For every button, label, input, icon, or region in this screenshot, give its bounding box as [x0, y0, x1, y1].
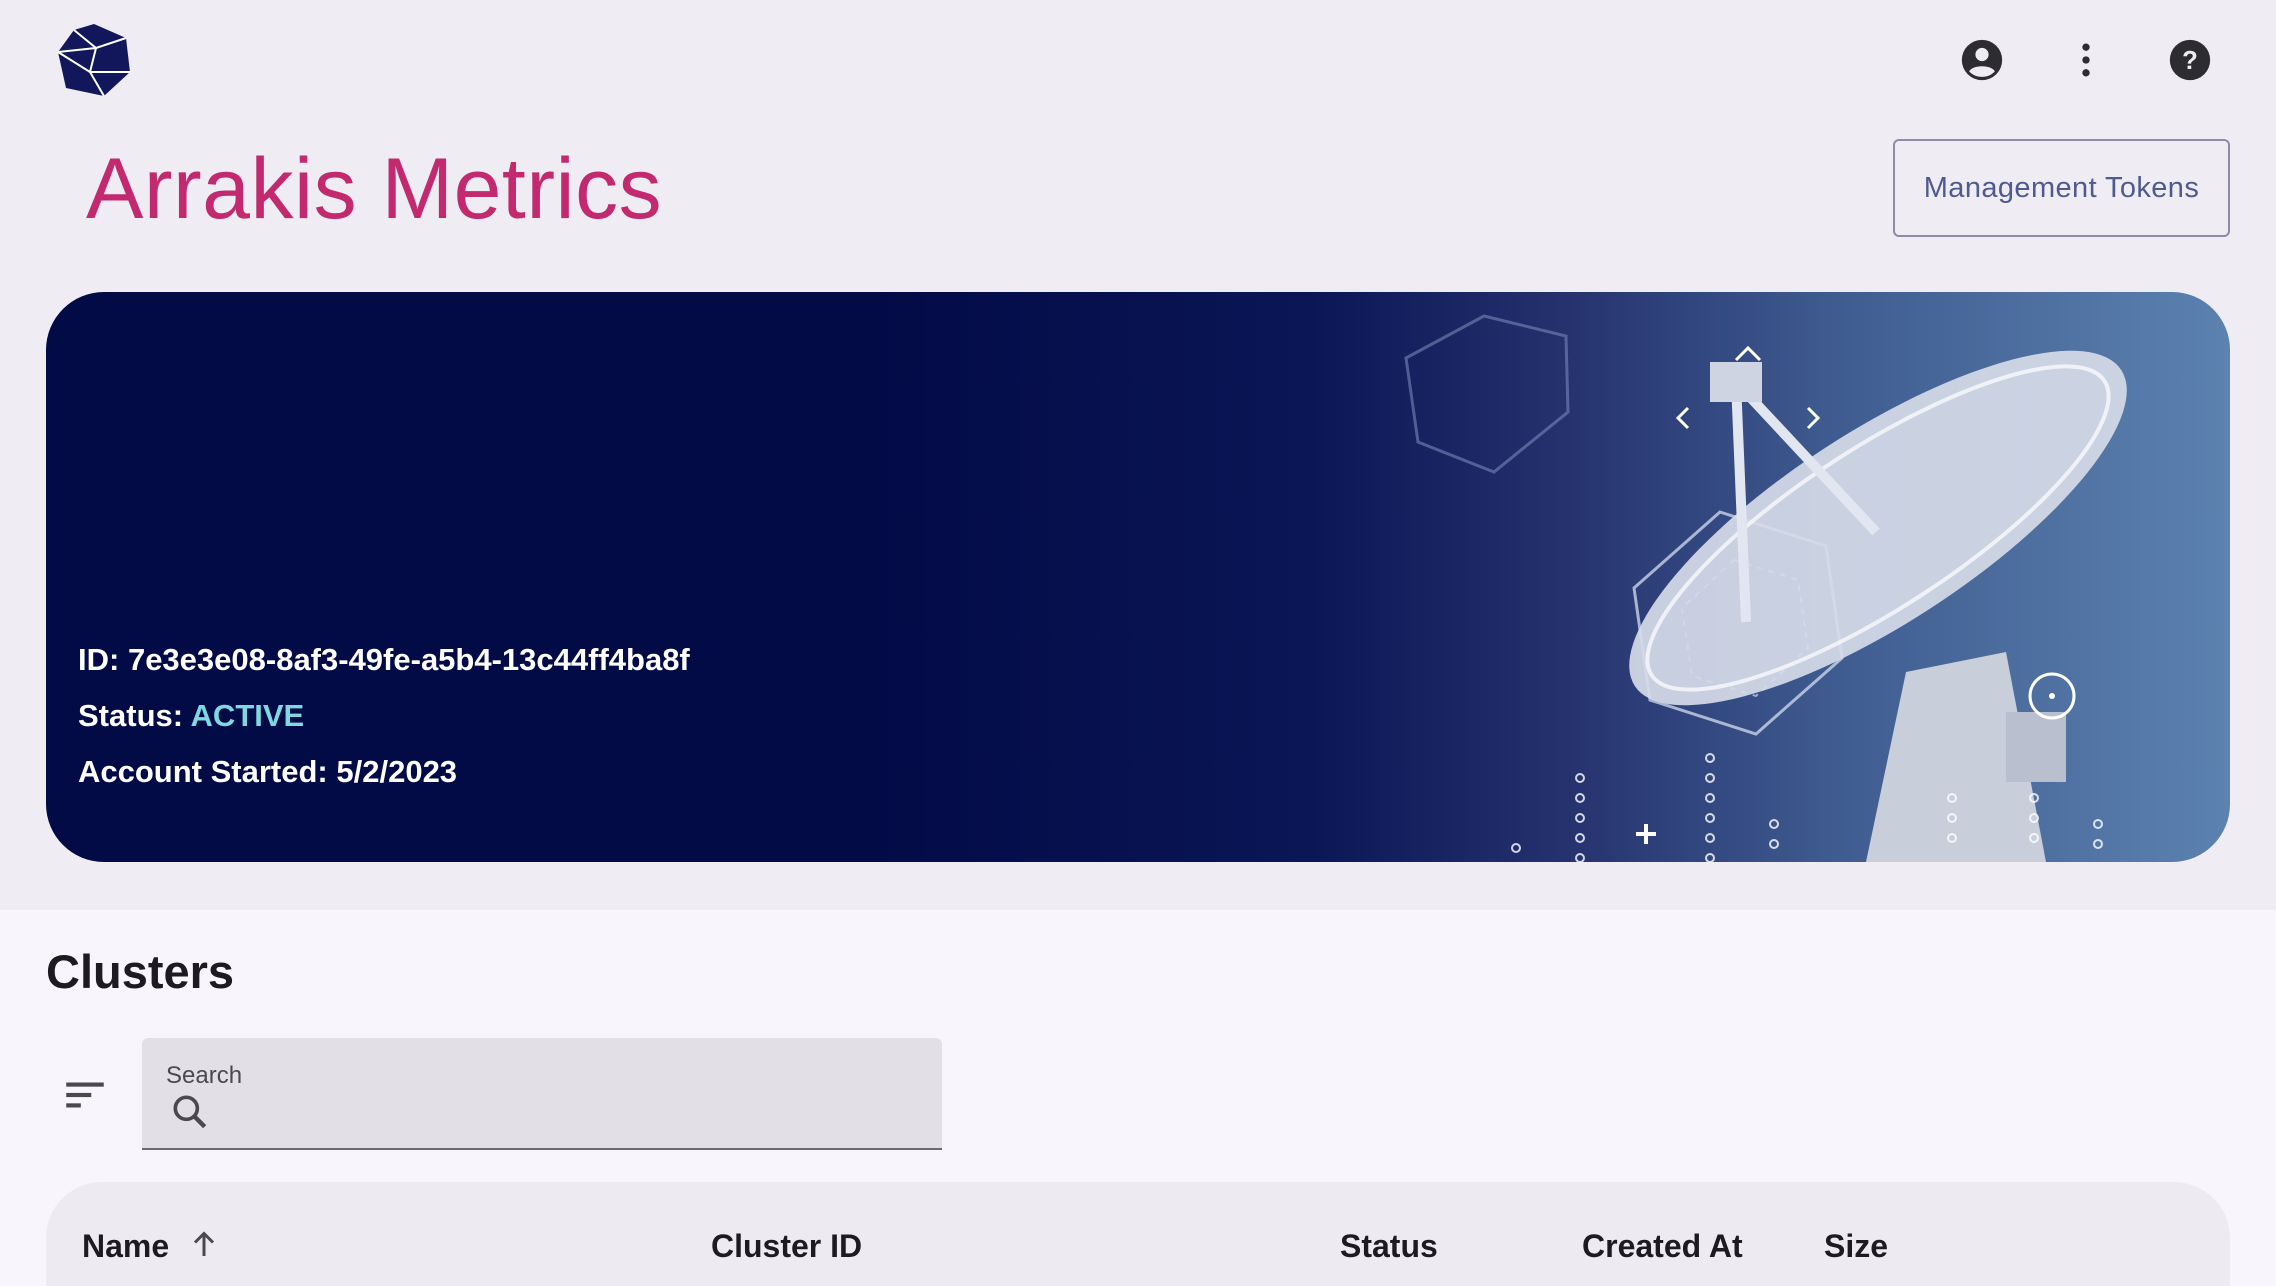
page-title: Arrakis Metrics: [86, 141, 663, 237]
help-icon[interactable]: ?: [2164, 34, 2216, 86]
search-label: Search: [166, 1062, 243, 1089]
account-circle-icon[interactable]: [1956, 34, 2008, 86]
management-tokens-button[interactable]: Management Tokens: [1893, 139, 2230, 237]
account-status-value: ACTIVE: [190, 698, 305, 733]
account-started-row: Account Started: 5/2/2023: [78, 744, 690, 800]
column-header-name[interactable]: Name: [82, 1228, 169, 1265]
account-id-label: ID:: [78, 642, 120, 677]
search-input[interactable]: [222, 1092, 912, 1136]
column-header-status[interactable]: Status: [1340, 1228, 1438, 1265]
account-started-label: Account Started:: [78, 754, 328, 789]
column-header-size[interactable]: Size: [1824, 1228, 1888, 1265]
svg-text:?: ?: [2182, 47, 2198, 75]
filter-list-icon[interactable]: [60, 1070, 110, 1120]
column-header-cluster-id[interactable]: Cluster ID: [711, 1228, 862, 1265]
search-icon: [168, 1090, 212, 1134]
account-id-value: 7e3e3e08-8af3-49fe-a5b4-13c44ff4ba8f: [127, 642, 690, 677]
top-app-bar: ?: [0, 0, 2276, 120]
account-started-value: 5/2/2023: [336, 754, 458, 789]
clusters-section: Clusters Search Name Cluster ID Status C…: [0, 910, 2276, 1286]
clusters-table-header: Name Cluster ID Status Created At Size: [46, 1182, 2230, 1286]
account-info: ID: 7e3e3e08-8af3-49fe-a5b4-13c44ff4ba8f…: [78, 632, 690, 800]
account-banner: ID: 7e3e3e08-8af3-49fe-a5b4-13c44ff4ba8f…: [46, 292, 2230, 862]
account-status-label: Status:: [78, 698, 184, 733]
more-vert-icon[interactable]: [2060, 34, 2112, 86]
arrow-upward-icon[interactable]: [186, 1226, 222, 1262]
account-id-row: ID: 7e3e3e08-8af3-49fe-a5b4-13c44ff4ba8f: [78, 632, 690, 688]
geodesic-cube-logo-icon[interactable]: [56, 22, 132, 98]
account-status-row: Status: ACTIVE: [78, 688, 690, 744]
column-header-created-at[interactable]: Created At: [1582, 1228, 1743, 1265]
clusters-title: Clusters: [46, 945, 235, 998]
search-field[interactable]: Search: [142, 1038, 942, 1150]
